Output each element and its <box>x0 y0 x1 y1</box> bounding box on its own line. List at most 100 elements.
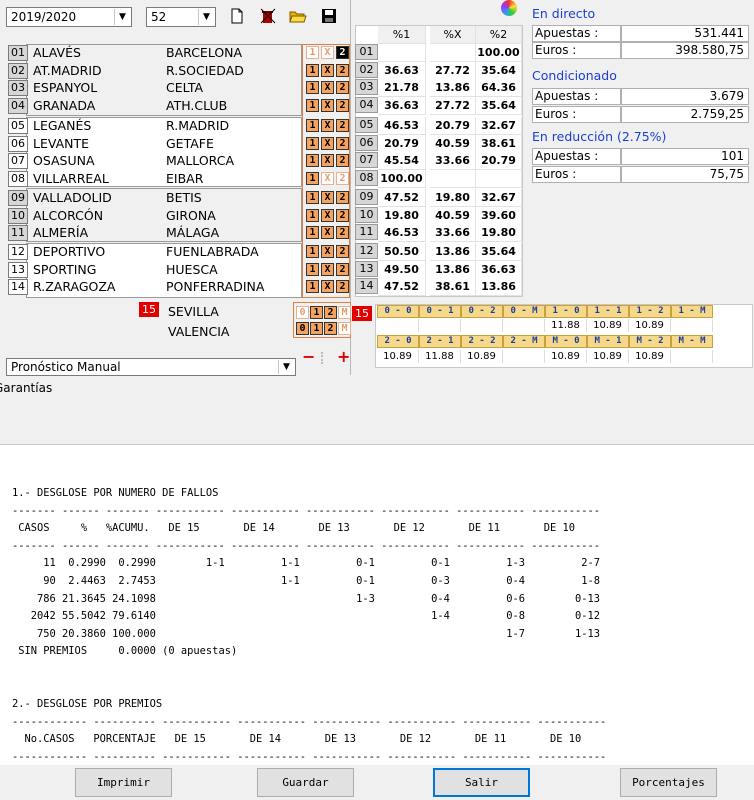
pick-2-cell[interactable]: 2 <box>336 119 349 132</box>
color-wheel-icon[interactable] <box>501 0 517 16</box>
new-icon[interactable] <box>228 8 246 26</box>
pick-1-cell[interactable]: 1 <box>306 280 319 293</box>
pct-cell: 35.64 <box>476 97 522 115</box>
pick-2-cell[interactable]: 2 <box>336 137 349 150</box>
pick-1-cell[interactable]: 1 <box>306 172 319 185</box>
pick-1-cell[interactable]: 1 <box>306 119 319 132</box>
pick-2-cell[interactable]: 2 <box>336 263 349 276</box>
pick-2-cell[interactable]: 2 <box>336 209 349 222</box>
pick-x-cell[interactable]: X <box>321 154 334 167</box>
pct-row-number: 03 <box>355 79 378 95</box>
jornada-select[interactable]: 52 ▼ <box>146 7 216 27</box>
match-number: 13 <box>8 262 28 278</box>
pick-2-cell[interactable]: 2 <box>336 64 349 77</box>
plus-button[interactable]: + <box>337 347 350 366</box>
save-icon[interactable] <box>320 8 338 26</box>
red-apuestas-value: 101 <box>621 148 749 165</box>
pick-1-cell[interactable]: 1 <box>306 64 319 77</box>
pleno-goal-cell[interactable]: 0 <box>296 322 309 335</box>
match-row: 03 ESPANYOL CELTA <box>6 79 302 97</box>
pick-1-cell[interactable]: 1 <box>306 245 319 258</box>
pick-1-cell[interactable]: 1 <box>306 81 319 94</box>
pick-x-cell[interactable]: X <box>321 172 334 185</box>
pleno-away: VALENCIA <box>168 324 230 339</box>
goal-result-header: 0 - 1 <box>419 305 461 318</box>
goal-result-header: 1 - 2 <box>629 305 671 318</box>
pick-2-cell[interactable]: 2 <box>336 99 349 112</box>
pleno-goal-cell[interactable]: 2 <box>324 322 337 335</box>
pct-row-number: 07 <box>355 152 378 168</box>
goal-result-header: 1 - M <box>671 305 713 318</box>
pick-1-cell[interactable]: 1 <box>306 99 319 112</box>
pick-1-cell[interactable]: 1 <box>306 226 319 239</box>
goal-result-value <box>503 350 545 363</box>
pick-2-cell[interactable]: 2 <box>336 154 349 167</box>
pleno-goal-cell[interactable]: 2 <box>324 306 337 319</box>
slider-handle[interactable] <box>321 352 327 364</box>
match-row: 02 AT.MADRID R.SOCIEDAD <box>6 62 302 80</box>
porcentajes-button[interactable]: Porcentajes <box>620 768 717 797</box>
open-folder-icon[interactable] <box>289 8 307 26</box>
pick-1-cell[interactable]: 1 <box>306 263 319 276</box>
pct-row-number: 09 <box>355 189 378 205</box>
match-number: 12 <box>8 244 28 260</box>
pct-cell: 21.78 <box>378 79 426 97</box>
pct-cell: 47.52 <box>378 278 426 296</box>
match-number: 10 <box>8 208 28 224</box>
pick-1-cell[interactable]: 1 <box>306 137 319 150</box>
away-team: CELTA <box>166 80 204 95</box>
pct-cell: 33.66 <box>430 152 476 170</box>
pick-2-cell[interactable]: 2 <box>336 226 349 239</box>
pick-x-cell[interactable]: X <box>321 81 334 94</box>
pick-x-cell[interactable]: X <box>321 280 334 293</box>
pct-cell: 35.64 <box>476 243 522 261</box>
pick-x-cell[interactable]: X <box>321 99 334 112</box>
pct-cell <box>476 170 522 188</box>
pleno-goal-cell[interactable]: 1 <box>310 306 323 319</box>
pick-x-cell[interactable]: X <box>321 209 334 222</box>
pick-x-cell[interactable]: X <box>321 64 334 77</box>
pick-2-cell[interactable]: 2 <box>336 172 349 185</box>
pick-2-cell[interactable]: 2 <box>336 81 349 94</box>
pick-2-cell[interactable]: 2 <box>336 280 349 293</box>
pick-x-cell[interactable]: X <box>321 137 334 150</box>
pronostico-select[interactable]: Pronóstico Manual ▼ <box>6 358 296 376</box>
pick-x-cell[interactable]: X <box>321 119 334 132</box>
pick-2-cell[interactable]: 2 <box>336 245 349 258</box>
match-number: 04 <box>8 98 28 114</box>
pleno-goal-cell[interactable]: M <box>338 306 351 319</box>
pick-1-cell[interactable]: 1 <box>306 46 319 59</box>
pick-2-cell[interactable]: 2 <box>336 46 349 59</box>
pick-x-cell[interactable]: X <box>321 263 334 276</box>
pick-x-cell[interactable]: X <box>321 46 334 59</box>
report-panel[interactable]: 1.- DESGLOSE POR NUMERO DE FALLOS ------… <box>0 444 754 765</box>
pick-x-cell[interactable]: X <box>321 245 334 258</box>
pick-1-cell[interactable]: 1 <box>306 191 319 204</box>
away-team: EIBAR <box>166 171 204 186</box>
guardar-button[interactable]: Guardar <box>257 768 354 797</box>
pct-cell <box>430 170 476 188</box>
goal-result-header: M - 2 <box>629 335 671 348</box>
pleno-goal-cell[interactable]: M <box>338 322 351 335</box>
minus-button[interactable]: − <box>302 347 315 366</box>
goal-result-header: 1 - 0 <box>545 305 587 318</box>
pleno-goal-cell[interactable]: 1 <box>310 322 323 335</box>
pct-cell: 13.86 <box>430 79 476 97</box>
season-select[interactable]: 2019/2020 ▼ <box>6 7 132 27</box>
pick-1-cell[interactable]: 1 <box>306 209 319 222</box>
home-team: R.ZARAGOZA <box>33 279 116 294</box>
pleno-goal-cell[interactable]: 0 <box>296 306 309 319</box>
pick-2-cell[interactable]: 2 <box>336 191 349 204</box>
pick-x-cell[interactable]: X <box>321 191 334 204</box>
garantias-title: Garantías <box>0 381 53 395</box>
pct-cell: 19.80 <box>476 224 522 242</box>
pick-x-cell[interactable]: X <box>321 226 334 239</box>
pick-1-cell[interactable]: 1 <box>306 154 319 167</box>
match-row: 05 LEGANÉS R.MADRID <box>6 117 302 135</box>
goal-result-value: 10.89 <box>629 319 671 332</box>
delete-icon[interactable] <box>259 8 277 26</box>
pct-cell: 19.80 <box>378 207 426 225</box>
imprimir-button[interactable]: Imprimir <box>75 768 172 797</box>
salir-button[interactable]: Salir <box>433 768 530 797</box>
jornada-value: 52 <box>151 10 167 24</box>
